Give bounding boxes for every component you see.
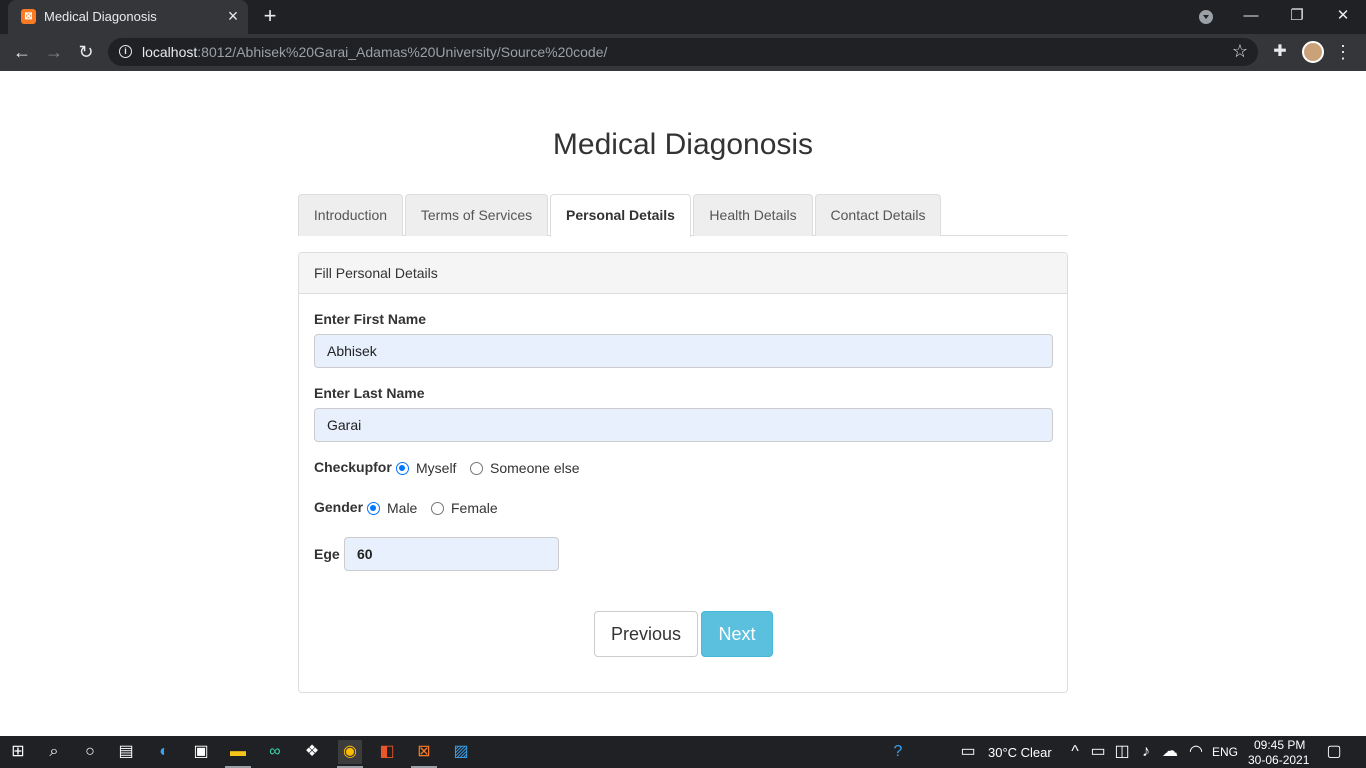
onedrive-icon[interactable]: ☁: [1158, 740, 1182, 764]
app-infinity-icon[interactable]: ∞: [263, 740, 287, 764]
weather-text[interactable]: 30°C Clear: [988, 745, 1052, 760]
browser-tab[interactable]: ⊠ Medical Diagonosis ×: [8, 0, 248, 34]
gender-male-label: Male: [387, 500, 418, 516]
dropbox-icon[interactable]: ❖: [300, 740, 324, 764]
page-title: Medical Diagonosis: [552, 128, 814, 161]
gender-female-radio[interactable]: [431, 502, 444, 515]
cortana-icon[interactable]: ○: [78, 740, 102, 764]
tab-contact-details[interactable]: Contact Details: [815, 194, 941, 236]
last-name-label: Enter Last Name: [314, 385, 425, 401]
close-tab-icon[interactable]: ×: [223, 6, 243, 26]
browser-titlebar: ⊠ Medical Diagonosis × + — ❐ ✕: [0, 0, 1366, 34]
site-info-icon[interactable]: i: [119, 45, 132, 58]
tab-personal-details[interactable]: Personal Details: [550, 194, 691, 237]
language-indicator[interactable]: ENG: [1212, 745, 1238, 759]
gender-female-label: Female: [451, 500, 498, 516]
first-name-input[interactable]: Abhisek: [314, 334, 1053, 368]
weather-icon[interactable]: ▭: [956, 740, 980, 764]
tab-introduction[interactable]: Introduction: [298, 194, 403, 236]
extensions-icon[interactable]: ✚: [1270, 38, 1290, 66]
forward-icon[interactable]: →: [40, 38, 68, 66]
first-name-label: Enter First Name: [314, 311, 427, 327]
reload-icon[interactable]: ↻: [72, 38, 100, 66]
wifi-icon[interactable]: ◠: [1184, 740, 1208, 764]
store-icon[interactable]: ▣: [189, 740, 213, 764]
panel-heading: Fill Personal Details: [299, 253, 1067, 294]
address-bar[interactable]: i localhost:8012/Abhisek%20Garai_Adamas%…: [108, 38, 1258, 66]
chrome-icon[interactable]: ◉: [338, 740, 362, 764]
tab-title: Medical Diagonosis: [44, 9, 157, 24]
volume-icon[interactable]: ♪: [1134, 740, 1158, 764]
previous-button[interactable]: Previous: [594, 611, 698, 657]
age-label: Ege: [314, 546, 340, 562]
edge-icon[interactable]: ◐: [152, 740, 176, 764]
browser-toolbar: ← → ↻ i localhost:8012/Abhisek%20Garai_A…: [0, 34, 1366, 71]
url-host: localhost: [142, 44, 198, 60]
checkupfor-label: Checkupfor: [314, 459, 392, 475]
personal-details-panel: Fill Personal Details Enter First Name A…: [298, 252, 1068, 693]
task-view-icon[interactable]: ▤: [114, 740, 138, 764]
tab-search-icon[interactable]: [1199, 10, 1213, 24]
next-button[interactable]: Next: [701, 611, 773, 657]
photos-icon[interactable]: ▨: [449, 740, 473, 764]
notifications-icon[interactable]: ▢: [1322, 740, 1346, 764]
checkupfor-myself-radio[interactable]: [396, 462, 409, 475]
restore-icon[interactable]: ❐: [1274, 0, 1320, 32]
meet-now-icon[interactable]: ◫: [1110, 740, 1134, 764]
help-icon[interactable]: ?: [886, 740, 910, 764]
tab-terms-of-services[interactable]: Terms of Services: [405, 194, 548, 236]
url-path: :8012/Abhisek%20Garai_Adamas%20Universit…: [197, 44, 608, 60]
minimize-icon[interactable]: —: [1228, 0, 1274, 32]
file-explorer-icon[interactable]: ▬: [226, 740, 250, 764]
office-icon[interactable]: ◧: [375, 740, 399, 764]
xampp-icon: ⊠: [21, 9, 36, 24]
windows-start-icon[interactable]: ⊞: [6, 740, 30, 764]
back-icon[interactable]: ←: [8, 38, 36, 66]
tab-health-details[interactable]: Health Details: [693, 194, 813, 236]
tab-bar: Introduction Terms of Services Personal …: [298, 194, 1068, 237]
close-window-icon[interactable]: ✕: [1320, 0, 1366, 32]
checkupfor-myself-label: Myself: [416, 460, 457, 476]
gender-male-radio[interactable]: [367, 502, 380, 515]
url-text: localhost:8012/Abhisek%20Garai_Adamas%20…: [142, 44, 607, 60]
checkupfor-someone-else-radio[interactable]: [470, 462, 483, 475]
browser-menu-icon[interactable]: ⋮: [1334, 38, 1352, 66]
profile-avatar[interactable]: [1302, 41, 1324, 63]
age-input[interactable]: 60: [344, 537, 559, 571]
battery-icon[interactable]: ▭: [1086, 740, 1110, 764]
checkupfor-someone-else-label: Someone else: [490, 460, 580, 476]
windows-taskbar: ⊞ ⌕ ○ ▤ ◐ ▣ ▬ ∞ ❖ ◉ ◧ ⊠ ▨ ? ▭ 30°C Clear…: [0, 736, 1366, 768]
show-hidden-icons[interactable]: ^: [1063, 740, 1087, 764]
clock-date[interactable]: 30-06-2021: [1248, 753, 1309, 767]
gender-label: Gender: [314, 499, 364, 515]
new-tab-icon[interactable]: +: [258, 4, 282, 28]
xampp-taskbar-icon[interactable]: ⊠: [412, 740, 436, 764]
clock-time[interactable]: 09:45 PM: [1254, 738, 1305, 752]
last-name-input[interactable]: Garai: [314, 408, 1053, 442]
bookmark-star-icon[interactable]: ☆: [1232, 41, 1248, 62]
search-icon[interactable]: ⌕: [42, 740, 66, 764]
